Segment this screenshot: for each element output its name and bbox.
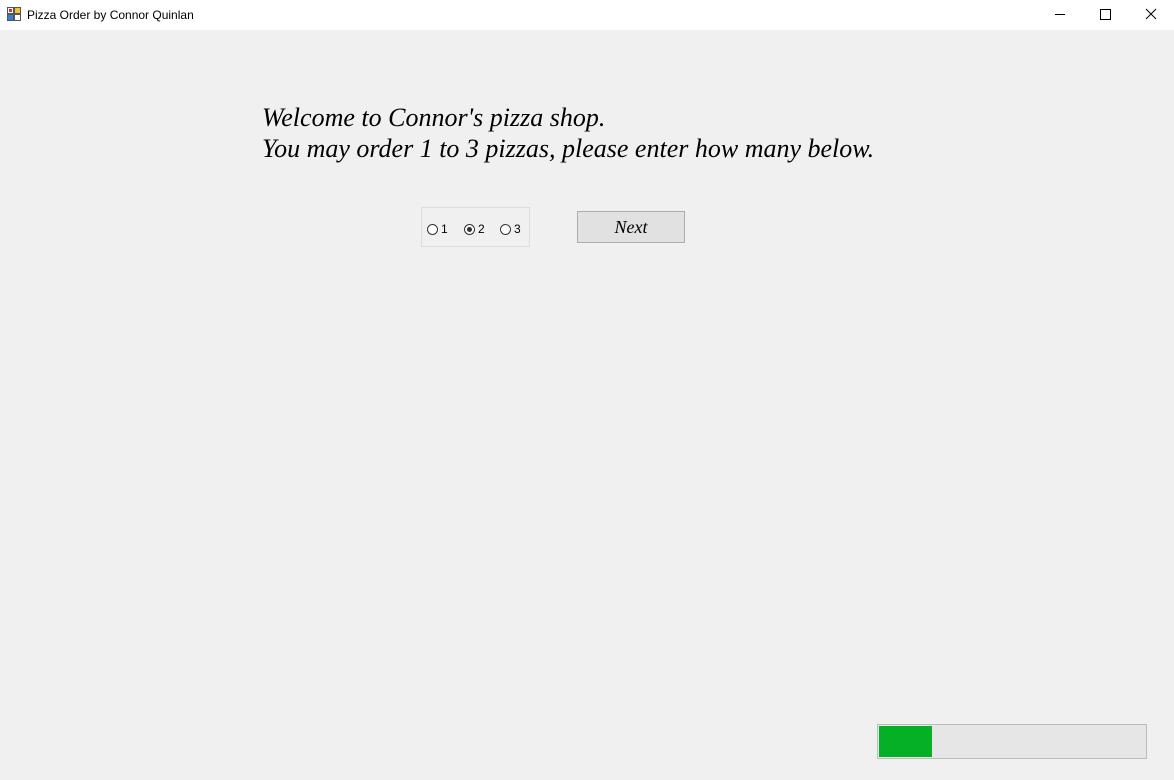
radio-button-1[interactable] [427, 223, 438, 235]
progress-bar [877, 724, 1147, 759]
radio-label-3: 3 [514, 222, 521, 236]
window-title: Pizza Order by Connor Quinlan [27, 8, 194, 22]
welcome-message: Welcome to Connor's pizza shop. You may … [262, 102, 874, 164]
radio-option-1[interactable]: 1 [427, 222, 448, 236]
pizza-count-group: 1 2 3 [421, 207, 530, 247]
next-button[interactable]: Next [577, 211, 685, 243]
maximize-icon [1100, 9, 1111, 20]
form-body: Welcome to Connor's pizza shop. You may … [0, 30, 1174, 780]
welcome-line-2: You may order 1 to 3 pizzas, please ente… [262, 134, 875, 163]
radio-button-2[interactable] [464, 223, 475, 235]
maximize-button[interactable] [1083, 0, 1129, 30]
radio-option-2[interactable]: 2 [464, 222, 485, 236]
radio-label-2: 2 [478, 222, 485, 236]
welcome-line-1: Welcome to Connor's pizza shop. [262, 103, 606, 132]
radio-option-3[interactable]: 3 [500, 222, 521, 236]
app-icon [7, 7, 21, 21]
minimize-icon [1055, 14, 1065, 15]
title-bar: Pizza Order by Connor Quinlan [0, 0, 1174, 30]
minimize-button[interactable] [1037, 0, 1083, 30]
progress-bar-fill [879, 726, 932, 757]
close-icon [1145, 8, 1157, 20]
close-button[interactable] [1128, 0, 1174, 30]
app-window: Pizza Order by Connor Quinlan Welcome to… [0, 0, 1174, 780]
radio-label-1: 1 [441, 222, 448, 236]
radio-button-3[interactable] [500, 223, 511, 235]
